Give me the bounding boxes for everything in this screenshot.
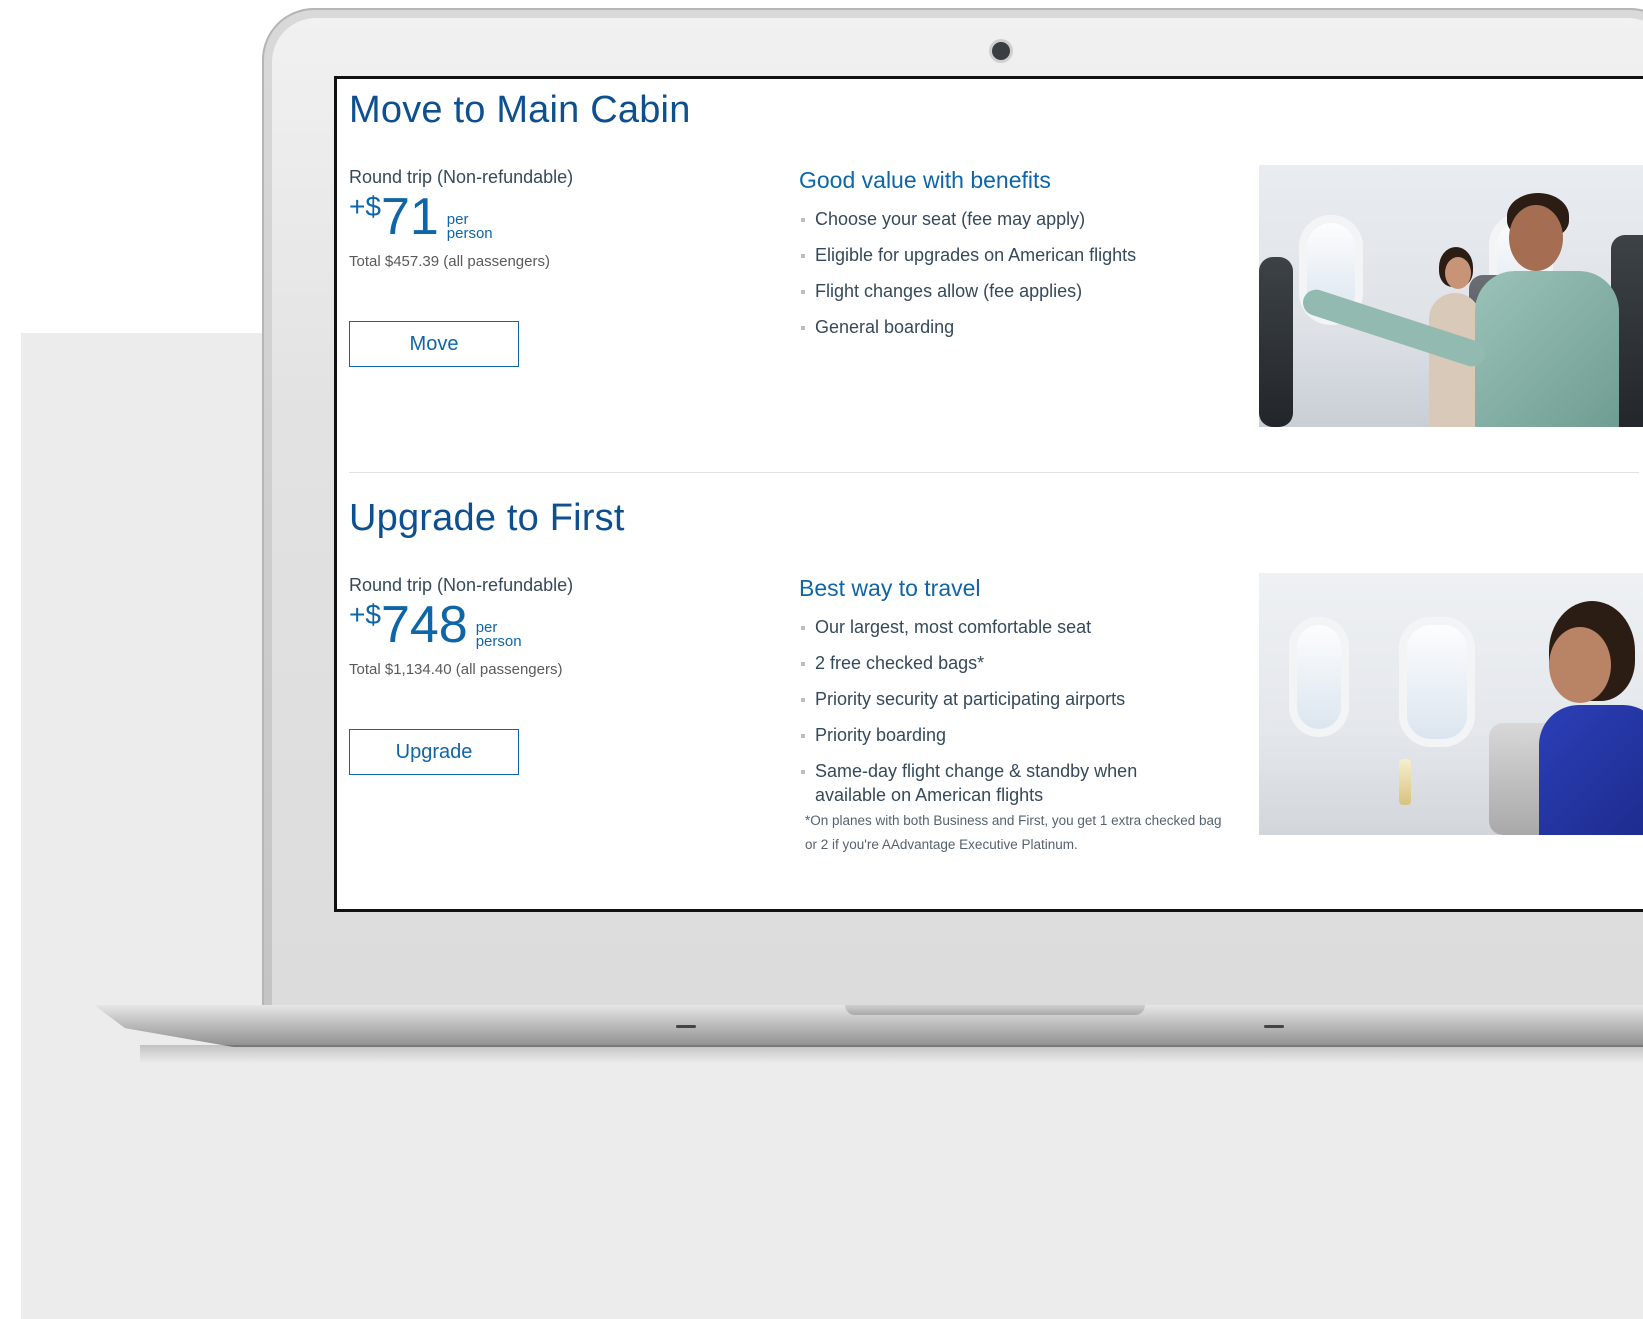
first-class-photo: [1259, 573, 1643, 835]
price-amount: 71: [380, 188, 439, 246]
price-amount: 748: [380, 596, 468, 654]
offer-title: Move to Main Cabin: [349, 89, 691, 131]
passenger-body: [1539, 705, 1643, 835]
benefits-title: Good value with benefits: [799, 167, 1051, 193]
price: +$71 per person: [349, 191, 493, 243]
camera-icon: [992, 42, 1010, 60]
laptop-screen: Move to Main Cabin Round trip (Non-refun…: [334, 76, 1643, 912]
section-divider: [349, 472, 1639, 473]
trip-type: Round trip (Non-refundable): [349, 575, 574, 595]
total-price: Total $1,134.40 (all passengers): [349, 661, 563, 678]
laptop-notch: [845, 1005, 1145, 1015]
window-shape: [1399, 617, 1475, 747]
price: +$748 per person: [349, 599, 522, 651]
passenger-head: [1549, 627, 1611, 703]
champagne-glass-icon: [1399, 759, 1411, 805]
price-prefix: +$: [349, 191, 381, 222]
price-per: per person: [475, 619, 522, 650]
benefit-item: Choose your seat (fee may apply): [799, 207, 1136, 243]
window-shape: [1289, 617, 1349, 737]
benefit-item: Priority boarding: [799, 723, 1209, 759]
benefit-item: General boarding: [799, 315, 1136, 351]
passenger-head: [1445, 257, 1471, 289]
price-per: per person: [446, 211, 493, 242]
passenger-head: [1509, 205, 1563, 271]
benefit-item: 2 free checked bags*: [799, 651, 1209, 687]
benefits-title: Best way to travel: [799, 575, 981, 601]
price-prefix: +$: [349, 599, 381, 630]
benefits-list: Our largest, most comfortable seat 2 fre…: [799, 615, 1209, 815]
laptop-foot: [676, 1025, 696, 1028]
total-price: Total $457.39 (all passengers): [349, 253, 550, 270]
benefits-list: Choose your seat (fee may apply) Eligibl…: [799, 207, 1136, 351]
seat-shape: [1259, 257, 1293, 427]
trip-type: Round trip (Non-refundable): [349, 167, 574, 187]
benefit-item: Priority security at participating airpo…: [799, 687, 1209, 723]
move-button[interactable]: Move: [349, 321, 519, 367]
benefit-item: Our largest, most comfortable seat: [799, 615, 1209, 651]
benefit-item: Eligible for upgrades on American flight…: [799, 243, 1136, 279]
main-cabin-photo: [1259, 165, 1643, 427]
offer-title: Upgrade to First: [349, 497, 625, 539]
passenger-body: [1475, 271, 1619, 427]
laptop-foot: [1264, 1025, 1284, 1028]
benefit-item: Same-day flight change & standby when av…: [799, 759, 1209, 815]
footnote: *On planes with both Business and First,…: [805, 813, 1222, 852]
laptop-shadow: [140, 1045, 1643, 1063]
benefit-item: Flight changes allow (fee applies): [799, 279, 1136, 315]
upgrade-button[interactable]: Upgrade: [349, 729, 519, 775]
